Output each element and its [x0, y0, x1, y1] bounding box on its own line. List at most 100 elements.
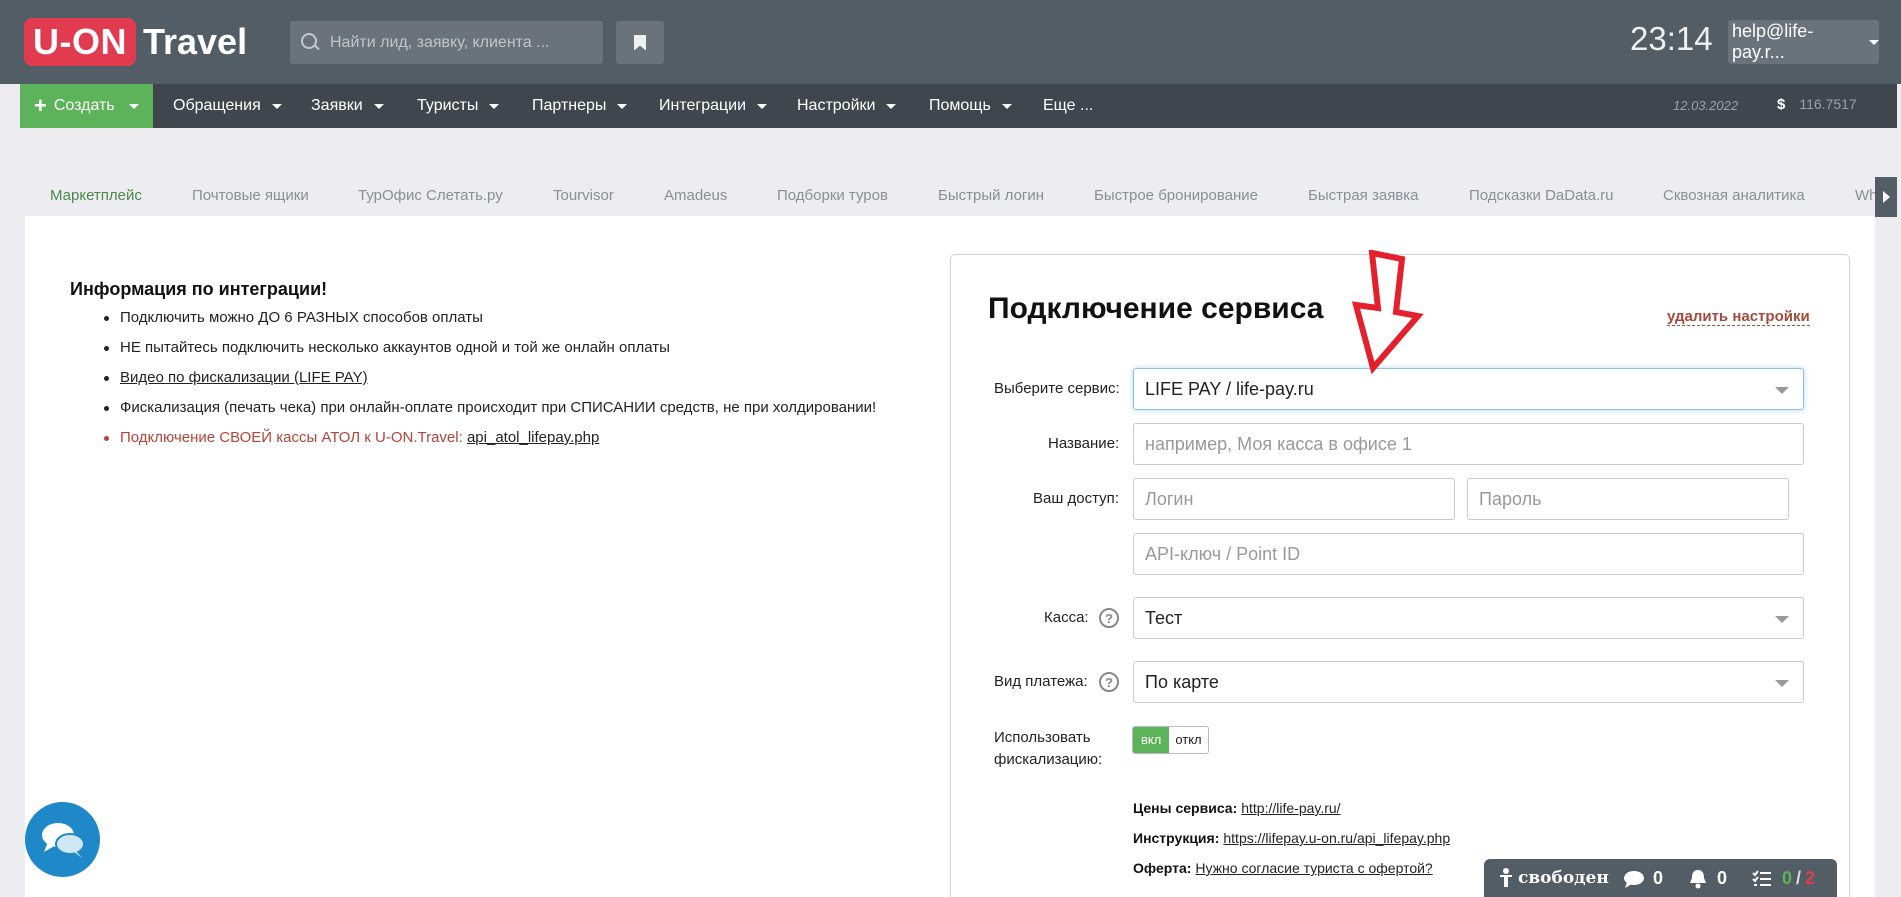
notifications-count: 0: [1717, 868, 1728, 888]
notifications-button[interactable]: 0: [1689, 868, 1727, 889]
chevron-down-icon: [1775, 387, 1789, 394]
kassa-select[interactable]: Тест: [1133, 597, 1804, 639]
tab-dadata[interactable]: Подсказки DaData.ru: [1469, 187, 1613, 204]
user-menu-button[interactable]: help@life-pay.r...: [1728, 20, 1879, 64]
tab-quick-request[interactable]: Быстрая заявка: [1308, 187, 1419, 204]
chevron-down-icon: [1775, 680, 1789, 687]
logo-product: Travel: [143, 21, 248, 62]
nav-item-more[interactable]: Еще ...: [1043, 84, 1093, 128]
tasks-button[interactable]: 0 / 2: [1752, 868, 1815, 889]
payment-type-label: Вид платежа:: [994, 673, 1088, 690]
create-label: Создать: [53, 97, 115, 114]
fiscal-label-line: фискализацию:: [994, 751, 1103, 768]
rate-value: 116.7517: [1799, 96, 1857, 112]
prices-row: Цены сервиса: http://life-pay.ru/: [1133, 800, 1341, 816]
access-label: Ваш доступ:: [1033, 490, 1119, 507]
fiscal-label-line: Использовать: [994, 729, 1091, 746]
info-title: Информация по интеграции!: [70, 279, 328, 299]
toggle-off[interactable]: откл: [1169, 727, 1208, 753]
chevron-down-icon: [1869, 39, 1879, 45]
payment-type-select[interactable]: По карте: [1133, 661, 1804, 703]
nav-item-integrations[interactable]: Интеграции: [659, 84, 768, 128]
nav-item-help[interactable]: Помощь: [929, 84, 1012, 128]
bell-icon: [1690, 869, 1706, 888]
card-title: Подключение сервиса: [988, 292, 1324, 325]
status-toggle[interactable]: свободен: [1498, 868, 1609, 888]
bookmark-icon: [634, 34, 646, 51]
fiscal-label: Использовать фискализацию:: [994, 727, 1102, 771]
tab-marketplace[interactable]: Маркетплейс: [50, 187, 142, 204]
chevron-down-icon: [1775, 616, 1789, 623]
nav-label: Помощь: [929, 97, 991, 114]
chat-button[interactable]: [25, 802, 100, 877]
offer-label: Оферта:: [1133, 860, 1192, 876]
password-input[interactable]: [1467, 478, 1789, 520]
comment-icon: [1624, 870, 1644, 888]
status-bar: свободен 0 0 0 / 2: [1484, 859, 1837, 897]
kassa-label: Касса:: [1044, 609, 1089, 626]
tasks-done: 0: [1782, 868, 1793, 888]
instruction-label: Инструкция:: [1133, 830, 1220, 846]
name-label: Название:: [1048, 435, 1120, 452]
nav-label: Обращения: [173, 97, 261, 114]
atol-link[interactable]: api_atol_lifepay.php: [467, 429, 599, 446]
chat-icon: [41, 822, 85, 858]
toggle-on[interactable]: вкл: [1133, 727, 1170, 753]
help-icon[interactable]: ?: [1099, 672, 1119, 692]
nav-label: Еще ...: [1043, 97, 1094, 114]
instruction-row: Инструкция: https://lifepay.u-on.ru/api_l…: [1133, 830, 1450, 846]
delete-settings-link[interactable]: удалить настройки: [1667, 308, 1810, 326]
fiscal-video-link[interactable]: Видео по фискализации (LIFE PAY): [120, 369, 368, 386]
tabs-scroll-right[interactable]: [1875, 177, 1897, 217]
nav-label: Туристы: [417, 97, 479, 114]
logo[interactable]: U-ON Travel: [24, 18, 247, 66]
nav-label: Заявки: [311, 97, 363, 114]
list-item: Подключить можно ДО 6 РАЗНЫХ способов оп…: [104, 308, 876, 338]
messages-count: 0: [1653, 868, 1664, 888]
nav-item-appeals[interactable]: Обращения: [173, 84, 282, 128]
bookmark-button[interactable]: [616, 21, 664, 64]
integration-tabs: Маркетплейс Почтовые ящики ТурОфис Слета…: [25, 176, 1878, 216]
login-input[interactable]: [1133, 478, 1455, 520]
tab-quick-login[interactable]: Быстрый логин: [938, 187, 1044, 204]
search-input[interactable]: [330, 33, 590, 52]
tab-tour-collections[interactable]: Подборки туров: [777, 187, 888, 204]
service-value: LIFE PAY / life-pay.ru: [1145, 378, 1314, 399]
nav-item-tourists[interactable]: Туристы: [417, 84, 500, 128]
fiscal-toggle[interactable]: вкл откл: [1132, 726, 1209, 754]
offer-link[interactable]: Нужно согласие туриста с офертой?: [1195, 860, 1432, 876]
logo-brand: U-ON: [24, 18, 136, 66]
nav-item-settings[interactable]: Настройки: [797, 84, 897, 128]
search-icon: [300, 32, 322, 54]
global-search[interactable]: [290, 21, 603, 64]
status-text: свободен: [1518, 868, 1609, 888]
tab-mailboxes[interactable]: Почтовые ящики: [192, 187, 309, 204]
payment-type-value: По карте: [1145, 671, 1219, 692]
tab-quick-booking[interactable]: Быстрое бронирование: [1094, 187, 1258, 204]
messages-button[interactable]: 0: [1623, 868, 1663, 889]
kassa-value: Тест: [1145, 607, 1183, 628]
prices-label: Цены сервиса:: [1133, 800, 1238, 816]
tab-amadeus[interactable]: Amadeus: [664, 187, 727, 204]
prices-link[interactable]: http://life-pay.ru/: [1241, 800, 1340, 816]
service-select[interactable]: LIFE PAY / life-pay.ru: [1133, 368, 1804, 410]
tab-turoffice[interactable]: ТурОфис Слетать.ру: [358, 187, 503, 204]
create-button[interactable]: + Создать: [20, 84, 153, 128]
instruction-link[interactable]: https://lifepay.u-on.ru/api_lifepay.php: [1223, 830, 1450, 846]
nav-item-partners[interactable]: Партнеры: [532, 84, 628, 128]
help-icon[interactable]: ?: [1099, 608, 1119, 628]
offer-row: Оферта: Нужно согласие туриста с офертой?: [1133, 860, 1433, 876]
list-item: Фискализация (печать чека) при онлайн-оп…: [104, 398, 876, 428]
name-input[interactable]: [1133, 423, 1804, 465]
nav-item-orders[interactable]: Заявки: [311, 84, 384, 128]
tab-analytics[interactable]: Сквозная аналитика: [1663, 187, 1805, 204]
chevron-down-icon: [128, 103, 139, 109]
api-key-input[interactable]: [1133, 533, 1804, 575]
nav-label: Партнеры: [532, 97, 607, 114]
main-nav: + Создать Обращения Заявки Туристы Партн…: [20, 84, 1897, 128]
service-label: Выберите сервис:: [994, 380, 1120, 397]
clock: 23:14: [1630, 20, 1713, 57]
list-item: Подключение СВОЕЙ кассы АТОЛ к U-ON.Trav…: [104, 428, 876, 458]
tab-tourvisor[interactable]: Tourvisor: [553, 187, 614, 204]
tasks-separator: /: [1796, 868, 1802, 888]
